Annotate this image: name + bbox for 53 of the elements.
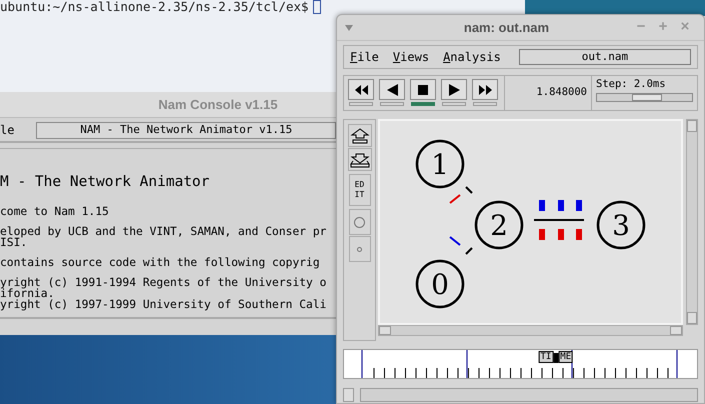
menu-item[interactable]: Views [392,48,430,66]
play-button[interactable] [441,79,467,100]
terminal-prompt: ubuntu:~/ns-allinone-2.35/ns-2.35/tcl/ex$ [0,0,309,16]
zoom-in-button[interactable] [348,124,372,147]
network-node: 3 [596,200,646,250]
console-line: ISI. [0,237,28,248]
link-line [534,219,584,221]
text-cursor [312,0,321,14]
timeline-label: TI [538,351,554,363]
network-node: 2 [474,200,524,250]
console-line: M - The Network Animator [0,173,211,191]
rewind-button[interactable] [348,79,374,100]
step-slider[interactable] [596,93,693,102]
time-display: 1.848000 [504,76,592,110]
arrow-down-icon [350,152,370,168]
console-line: yright (c) 1997-1999 University of Southern Cali [0,299,328,310]
timeline-label: ME [558,351,574,363]
window-title: Nam Console v1.15 [0,92,336,118]
node-tool-button[interactable] [348,236,370,262]
fast-forward-icon [478,84,492,96]
node-tool-button[interactable] [348,209,370,235]
window-title: nam: out.nam [462,18,550,37]
back-icon [386,84,398,96]
link-line [465,186,473,194]
menu-item[interactable]: Analysis [443,48,501,66]
horizontal-scrollbar[interactable] [378,325,683,336]
file-name-field: out.nam [518,49,691,65]
rewind-icon [354,84,368,96]
console-line: contains source code with the following copyrig [0,257,321,268]
zoom-out-button[interactable] [348,148,372,171]
step-label: Step: 2.0ms [596,78,667,91]
play-icon [448,84,460,96]
edit-button[interactable]: ED IT [348,174,370,206]
stop-button[interactable] [410,79,436,100]
stop-icon [416,84,430,96]
timeline[interactable]: TI ME [343,349,698,379]
console-line: ifornia. [0,288,54,299]
title-field: NAM - The Network Animator v1.15 [36,122,336,138]
forward-button[interactable] [472,79,498,100]
console-line: eloped by UCB and the VINT, SAMAN, and Conser pr [0,226,328,237]
network-node: 1 [416,140,464,188]
menu-item[interactable]: File [350,48,379,66]
console-line: come to Nam 1.15 [0,206,110,217]
network-node: 0 [416,260,464,308]
console-line: yright (c) 1991-1994 Regents of the University o [0,277,328,288]
menu-item[interactable]: le [0,121,14,139]
vertical-scrollbar[interactable] [686,119,698,325]
time-slider-thumb[interactable] [553,353,558,363]
menu-icon[interactable] [345,24,353,30]
slider-thumb[interactable] [632,94,662,101]
link-line [465,247,473,255]
arrow-up-icon [350,128,370,144]
back-button[interactable] [379,79,405,100]
